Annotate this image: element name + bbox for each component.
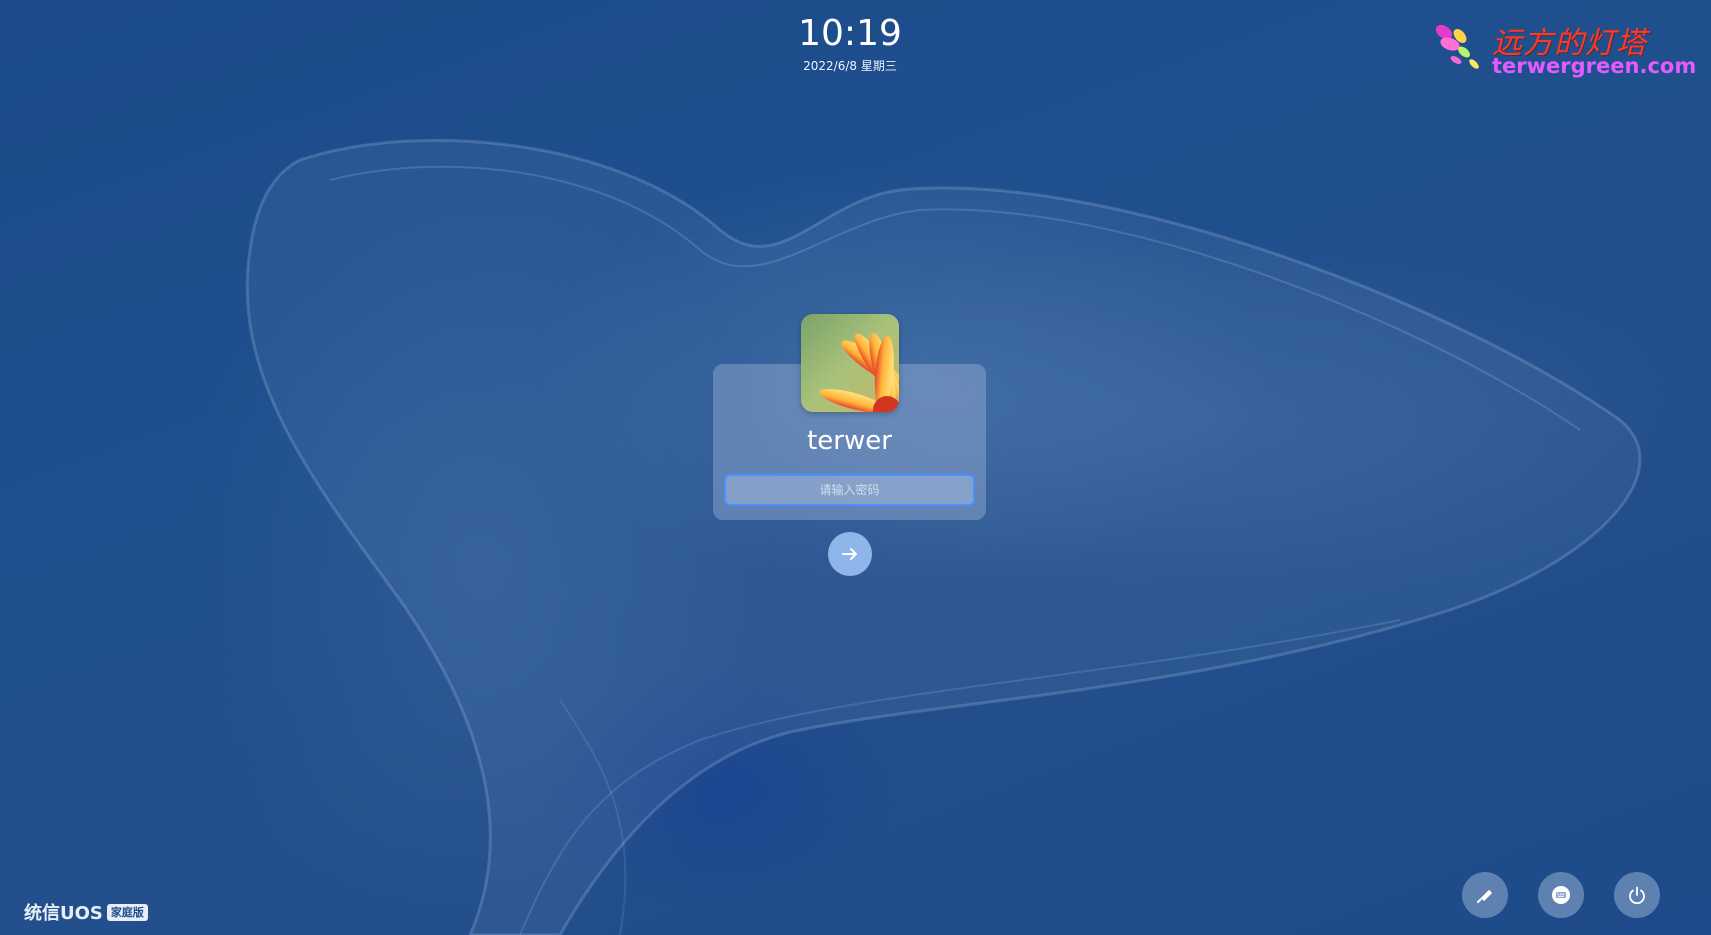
os-brand: 统信UOS 家庭版 (24, 901, 148, 924)
watermark-site: terwergreen.com (1492, 54, 1697, 78)
login-submit-button[interactable] (828, 532, 872, 576)
flower-avatar-icon (801, 314, 899, 412)
flower-logo-icon (1435, 24, 1479, 69)
os-edition-badge: 家庭版 (106, 903, 148, 921)
username-label: terwer (807, 426, 892, 456)
password-input[interactable] (724, 474, 975, 506)
keyboard-button[interactable] (1538, 872, 1584, 918)
user-avatar[interactable] (801, 314, 899, 412)
keyboard-icon (1552, 886, 1570, 904)
arrow-right-icon (842, 548, 857, 560)
watermark-logo: 远方的灯塔 terwergreen.com (1430, 18, 1696, 82)
power-icon (1629, 886, 1645, 905)
power-button[interactable] (1614, 872, 1660, 918)
keyboard-layout-button[interactable] (1462, 872, 1508, 918)
os-brand-name: 统信UOS (24, 903, 103, 924)
pen-icon (1477, 890, 1492, 903)
